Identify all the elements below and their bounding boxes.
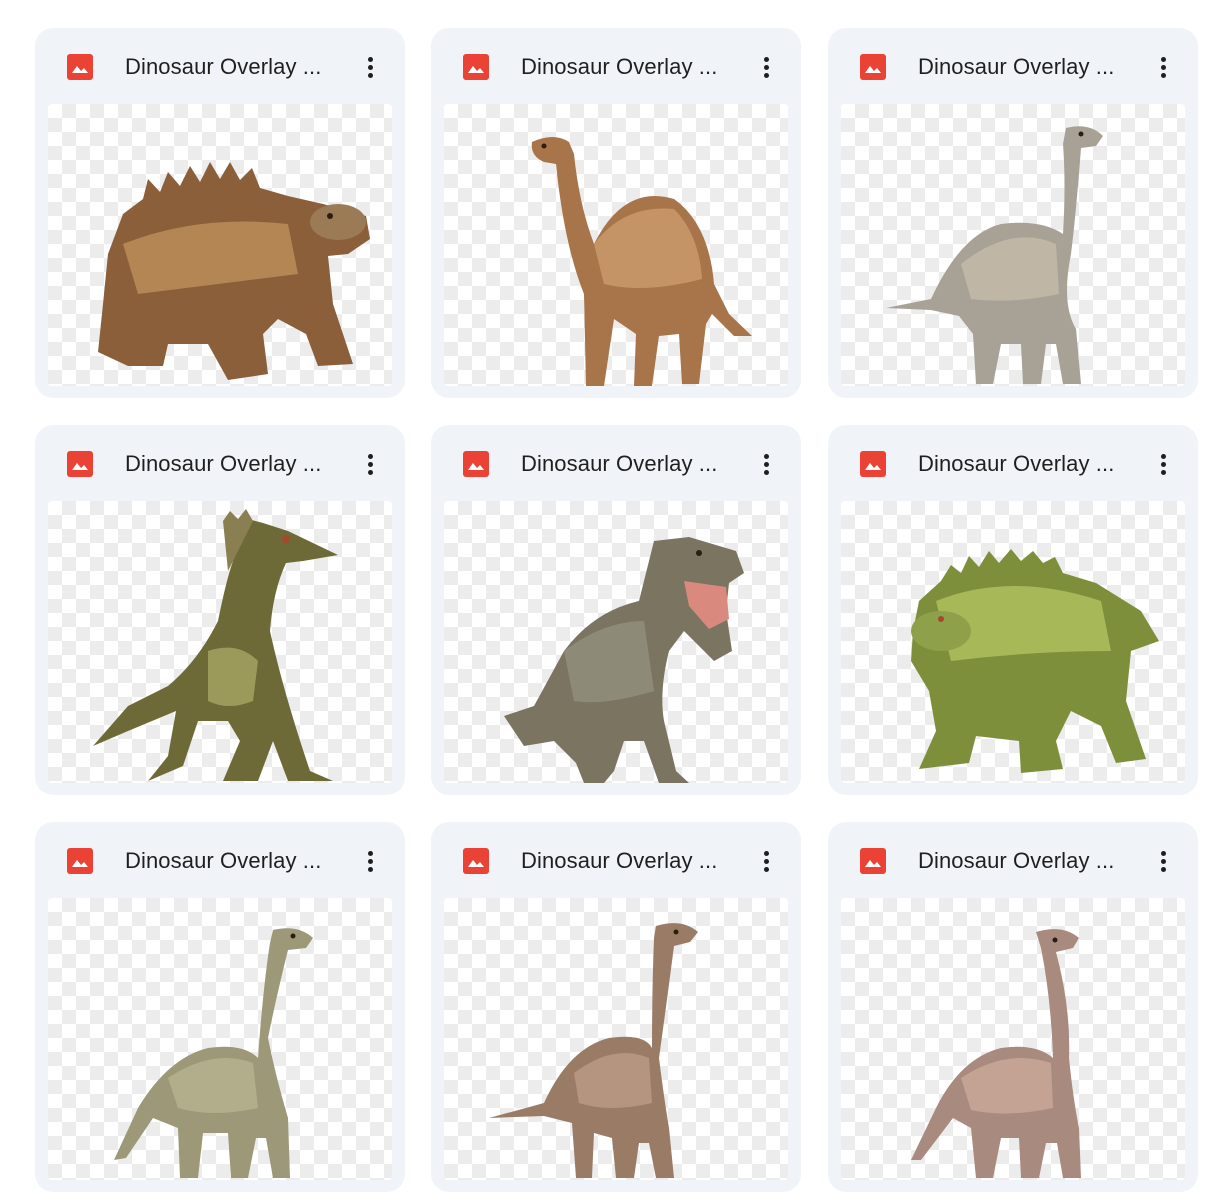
- more-options-button[interactable]: [1146, 844, 1180, 878]
- long-neck-dinosaur-image: [886, 126, 1103, 384]
- armored-dinosaur-image: [98, 162, 370, 380]
- file-title[interactable]: Dinosaur Overlay ...: [125, 52, 345, 82]
- long-neck-dinosaur-image: [911, 929, 1081, 1178]
- file-card[interactable]: Dinosaur Overlay ...: [828, 28, 1198, 398]
- image-file-icon: [860, 451, 886, 477]
- file-thumbnail[interactable]: [48, 104, 392, 386]
- file-card[interactable]: Dinosaur Overlay ...: [35, 822, 405, 1192]
- file-card[interactable]: Dinosaur Overlay ...: [431, 28, 801, 398]
- file-thumbnail[interactable]: [841, 898, 1185, 1180]
- file-title[interactable]: Dinosaur Overlay ...: [918, 846, 1138, 876]
- image-file-icon: [463, 848, 489, 874]
- file-card[interactable]: Dinosaur Overlay ...: [35, 425, 405, 795]
- file-card-header: Dinosaur Overlay ...: [35, 28, 405, 104]
- t-rex-image: [504, 537, 744, 783]
- image-file-icon: [860, 848, 886, 874]
- file-thumbnail[interactable]: [444, 898, 788, 1180]
- image-file-icon: [67, 54, 93, 80]
- more-options-button[interactable]: [353, 447, 387, 481]
- file-thumbnail[interactable]: [48, 501, 392, 783]
- file-title[interactable]: Dinosaur Overlay ...: [125, 449, 345, 479]
- file-title[interactable]: Dinosaur Overlay ...: [521, 846, 741, 876]
- image-file-icon: [67, 451, 93, 477]
- more-options-button[interactable]: [1146, 50, 1180, 84]
- file-card-header: Dinosaur Overlay ...: [35, 822, 405, 898]
- file-card[interactable]: Dinosaur Overlay ...: [828, 822, 1198, 1192]
- long-neck-dinosaur-image: [489, 923, 698, 1178]
- more-options-button[interactable]: [1146, 447, 1180, 481]
- more-options-button[interactable]: [353, 50, 387, 84]
- file-thumbnail[interactable]: [841, 104, 1185, 386]
- file-thumbnail[interactable]: [444, 104, 788, 386]
- file-title[interactable]: Dinosaur Overlay ...: [521, 449, 741, 479]
- more-options-button[interactable]: [353, 844, 387, 878]
- image-file-icon: [463, 451, 489, 477]
- file-title[interactable]: Dinosaur Overlay ...: [918, 52, 1138, 82]
- file-card-header: Dinosaur Overlay ...: [828, 425, 1198, 501]
- image-file-icon: [463, 54, 489, 80]
- file-title[interactable]: Dinosaur Overlay ...: [125, 846, 345, 876]
- file-card[interactable]: Dinosaur Overlay ...: [431, 425, 801, 795]
- more-options-button[interactable]: [749, 50, 783, 84]
- image-file-icon: [67, 848, 93, 874]
- file-card[interactable]: Dinosaur Overlay ...: [35, 28, 405, 398]
- file-card[interactable]: Dinosaur Overlay ...: [828, 425, 1198, 795]
- file-card[interactable]: Dinosaur Overlay ...: [431, 822, 801, 1192]
- file-card-header: Dinosaur Overlay ...: [828, 28, 1198, 104]
- more-options-button[interactable]: [749, 844, 783, 878]
- image-file-icon: [860, 54, 886, 80]
- file-title[interactable]: Dinosaur Overlay ...: [918, 449, 1138, 479]
- file-card-header: Dinosaur Overlay ...: [431, 425, 801, 501]
- file-title[interactable]: Dinosaur Overlay ...: [521, 52, 741, 82]
- long-neck-dinosaur-image: [114, 928, 313, 1178]
- file-card-header: Dinosaur Overlay ...: [35, 425, 405, 501]
- more-options-button[interactable]: [749, 447, 783, 481]
- file-card-header: Dinosaur Overlay ...: [431, 822, 801, 898]
- file-card-header: Dinosaur Overlay ...: [431, 28, 801, 104]
- file-grid: Dinosaur Overlay ... Dinosaur Overlay ..…: [0, 0, 1216, 1202]
- feathered-raptor-image: [93, 509, 338, 781]
- file-thumbnail[interactable]: [841, 501, 1185, 783]
- green-armored-dinosaur-image: [911, 549, 1159, 773]
- file-card-header: Dinosaur Overlay ...: [828, 822, 1198, 898]
- file-thumbnail[interactable]: [444, 501, 788, 783]
- long-neck-dinosaur-image: [531, 137, 752, 386]
- file-thumbnail[interactable]: [48, 898, 392, 1180]
